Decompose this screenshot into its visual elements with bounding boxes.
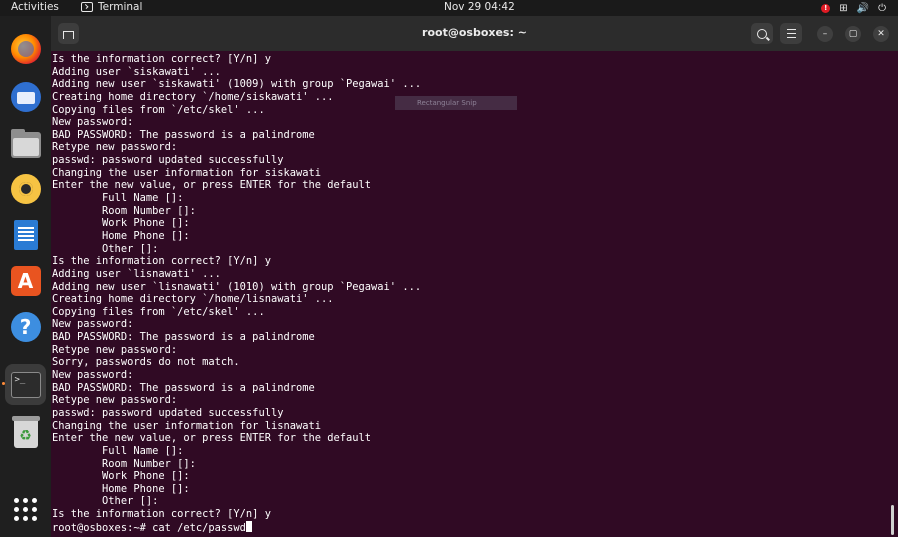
terminal-app-icon <box>81 2 93 12</box>
app-menu[interactable]: Terminal <box>81 1 142 13</box>
terminal-icon: >_ <box>10 371 41 398</box>
terminal-line: passwd: password updated successfully <box>52 406 284 419</box>
terminal-line: Room Number []: <box>52 457 196 470</box>
terminal-line: Changing the user information for siskaw… <box>52 166 321 179</box>
rhythmbox-icon <box>10 173 41 204</box>
minimize-button[interactable]: – <box>817 26 833 42</box>
help-icon: ? <box>10 311 41 342</box>
terminal-line: BAD PASSWORD: The password is a palindro… <box>52 381 315 394</box>
dock: A ? >_ ♻ <box>0 16 51 537</box>
terminal-line: Enter the new value, or press ENTER for … <box>52 179 372 192</box>
terminal-line: Full Name []: <box>52 444 184 457</box>
system-tray[interactable]: ! ⊞ 🔊 ⏻ <box>821 0 886 16</box>
app-grid-icon <box>13 497 38 522</box>
snip-overlay: Rectangular Snip <box>395 96 517 110</box>
terminal-line: Creating home directory `/home/lisnawati… <box>52 293 334 306</box>
terminal-line: Adding new user `siskawati' (1009) with … <box>52 78 422 91</box>
terminal-line: Retype new password: <box>52 343 178 356</box>
files-icon <box>10 128 41 158</box>
dock-item-files[interactable] <box>5 124 46 165</box>
dock-item-show-applications[interactable] <box>5 489 46 530</box>
terminal-line: Adding new user `lisnawati' (1010) with … <box>52 280 422 293</box>
terminal-line: Work Phone []: <box>52 217 190 230</box>
command-input[interactable]: cat /etc/passwd <box>152 522 246 534</box>
terminal-line: Retype new password: <box>52 394 178 407</box>
terminal-line: New password: <box>52 369 134 382</box>
terminal-line: New password: <box>52 318 134 331</box>
scrollbar-thumb[interactable] <box>891 505 894 535</box>
dock-item-software[interactable]: A <box>5 260 46 301</box>
terminal-text: Is the information correct? [Y/n] y Addin… <box>51 51 898 534</box>
dock-item-firefox[interactable] <box>5 28 46 69</box>
terminal-line: BAD PASSWORD: The password is a palindro… <box>52 128 315 141</box>
terminal-line: Adding user `siskawati' ... <box>52 65 221 78</box>
thunderbird-icon <box>10 81 41 112</box>
trash-icon: ♻ <box>11 415 40 448</box>
terminal-output[interactable]: Is the information correct? [Y/n] y Addin… <box>51 51 898 537</box>
dock-item-terminal[interactable]: >_ <box>5 364 46 405</box>
terminal-line: Other []: <box>52 495 159 508</box>
dock-item-writer[interactable] <box>5 214 46 255</box>
software-icon: A <box>10 265 41 296</box>
alert-icon[interactable]: ! <box>821 3 831 13</box>
recycle-glyph: ♻ <box>19 427 32 444</box>
volume-icon[interactable]: 🔊 <box>857 3 869 14</box>
terminal-headerbar: root@osboxes: ~ – ▢ ✕ <box>51 16 898 51</box>
terminal-line: Home Phone []: <box>52 482 190 495</box>
app-name: Terminal <box>98 1 143 13</box>
terminal-line: Changing the user information for lisnaw… <box>52 419 321 432</box>
terminal-line: Room Number []: <box>52 204 196 217</box>
search-icon <box>757 28 767 39</box>
prompt-line[interactable]: root@osboxes:~# cat /etc/passwd <box>52 520 898 534</box>
clock[interactable]: Nov 29 04:42 <box>444 1 515 13</box>
activities-button[interactable]: Activities <box>11 1 59 13</box>
terminal-line: New password: <box>52 116 134 129</box>
terminal-line: passwd: password updated successfully <box>52 154 284 167</box>
top-bar: Activities Terminal Nov 29 04:42 ! ⊞ 🔊 ⏻ <box>0 0 898 16</box>
text-cursor <box>245 520 252 532</box>
terminal-line: Other []: <box>52 242 159 255</box>
terminal-line: Retype new password: <box>52 141 178 154</box>
power-icon[interactable]: ⏻ <box>878 3 886 14</box>
terminal-line: Is the information correct? [Y/n] y <box>52 53 271 65</box>
dock-item-help[interactable]: ? <box>5 306 46 347</box>
maximize-button[interactable]: ▢ <box>845 26 861 42</box>
terminal-line: Is the information correct? [Y/n] y <box>52 508 271 521</box>
firefox-icon <box>10 33 41 64</box>
dock-item-thunderbird[interactable] <box>5 76 46 117</box>
search-button[interactable] <box>751 23 773 44</box>
close-button[interactable]: ✕ <box>873 26 889 42</box>
terminal-line: Sorry, passwords do not match. <box>52 356 240 369</box>
terminal-line: Home Phone []: <box>52 229 190 242</box>
writer-icon <box>13 219 38 250</box>
terminal-line: Full Name []: <box>52 192 184 205</box>
terminal-line: BAD PASSWORD: The password is a palindro… <box>52 331 315 344</box>
terminal-line: Adding user `lisnawati' ... <box>52 267 221 280</box>
terminal-line: Work Phone []: <box>52 470 190 483</box>
shell-prompt: root@osboxes:~# <box>52 521 153 534</box>
dock-item-trash[interactable]: ♻ <box>5 412 46 453</box>
hamburger-menu-icon <box>786 29 796 38</box>
terminal-line: Copying files from `/etc/skel' ... <box>52 305 265 318</box>
menu-button[interactable] <box>780 23 802 44</box>
dock-item-rhythmbox[interactable] <box>5 168 46 209</box>
network-icon[interactable]: ⊞ <box>839 3 847 14</box>
terminal-line: Enter the new value, or press ENTER for … <box>52 432 372 445</box>
terminal-line: Is the information correct? [Y/n] y <box>52 255 271 268</box>
